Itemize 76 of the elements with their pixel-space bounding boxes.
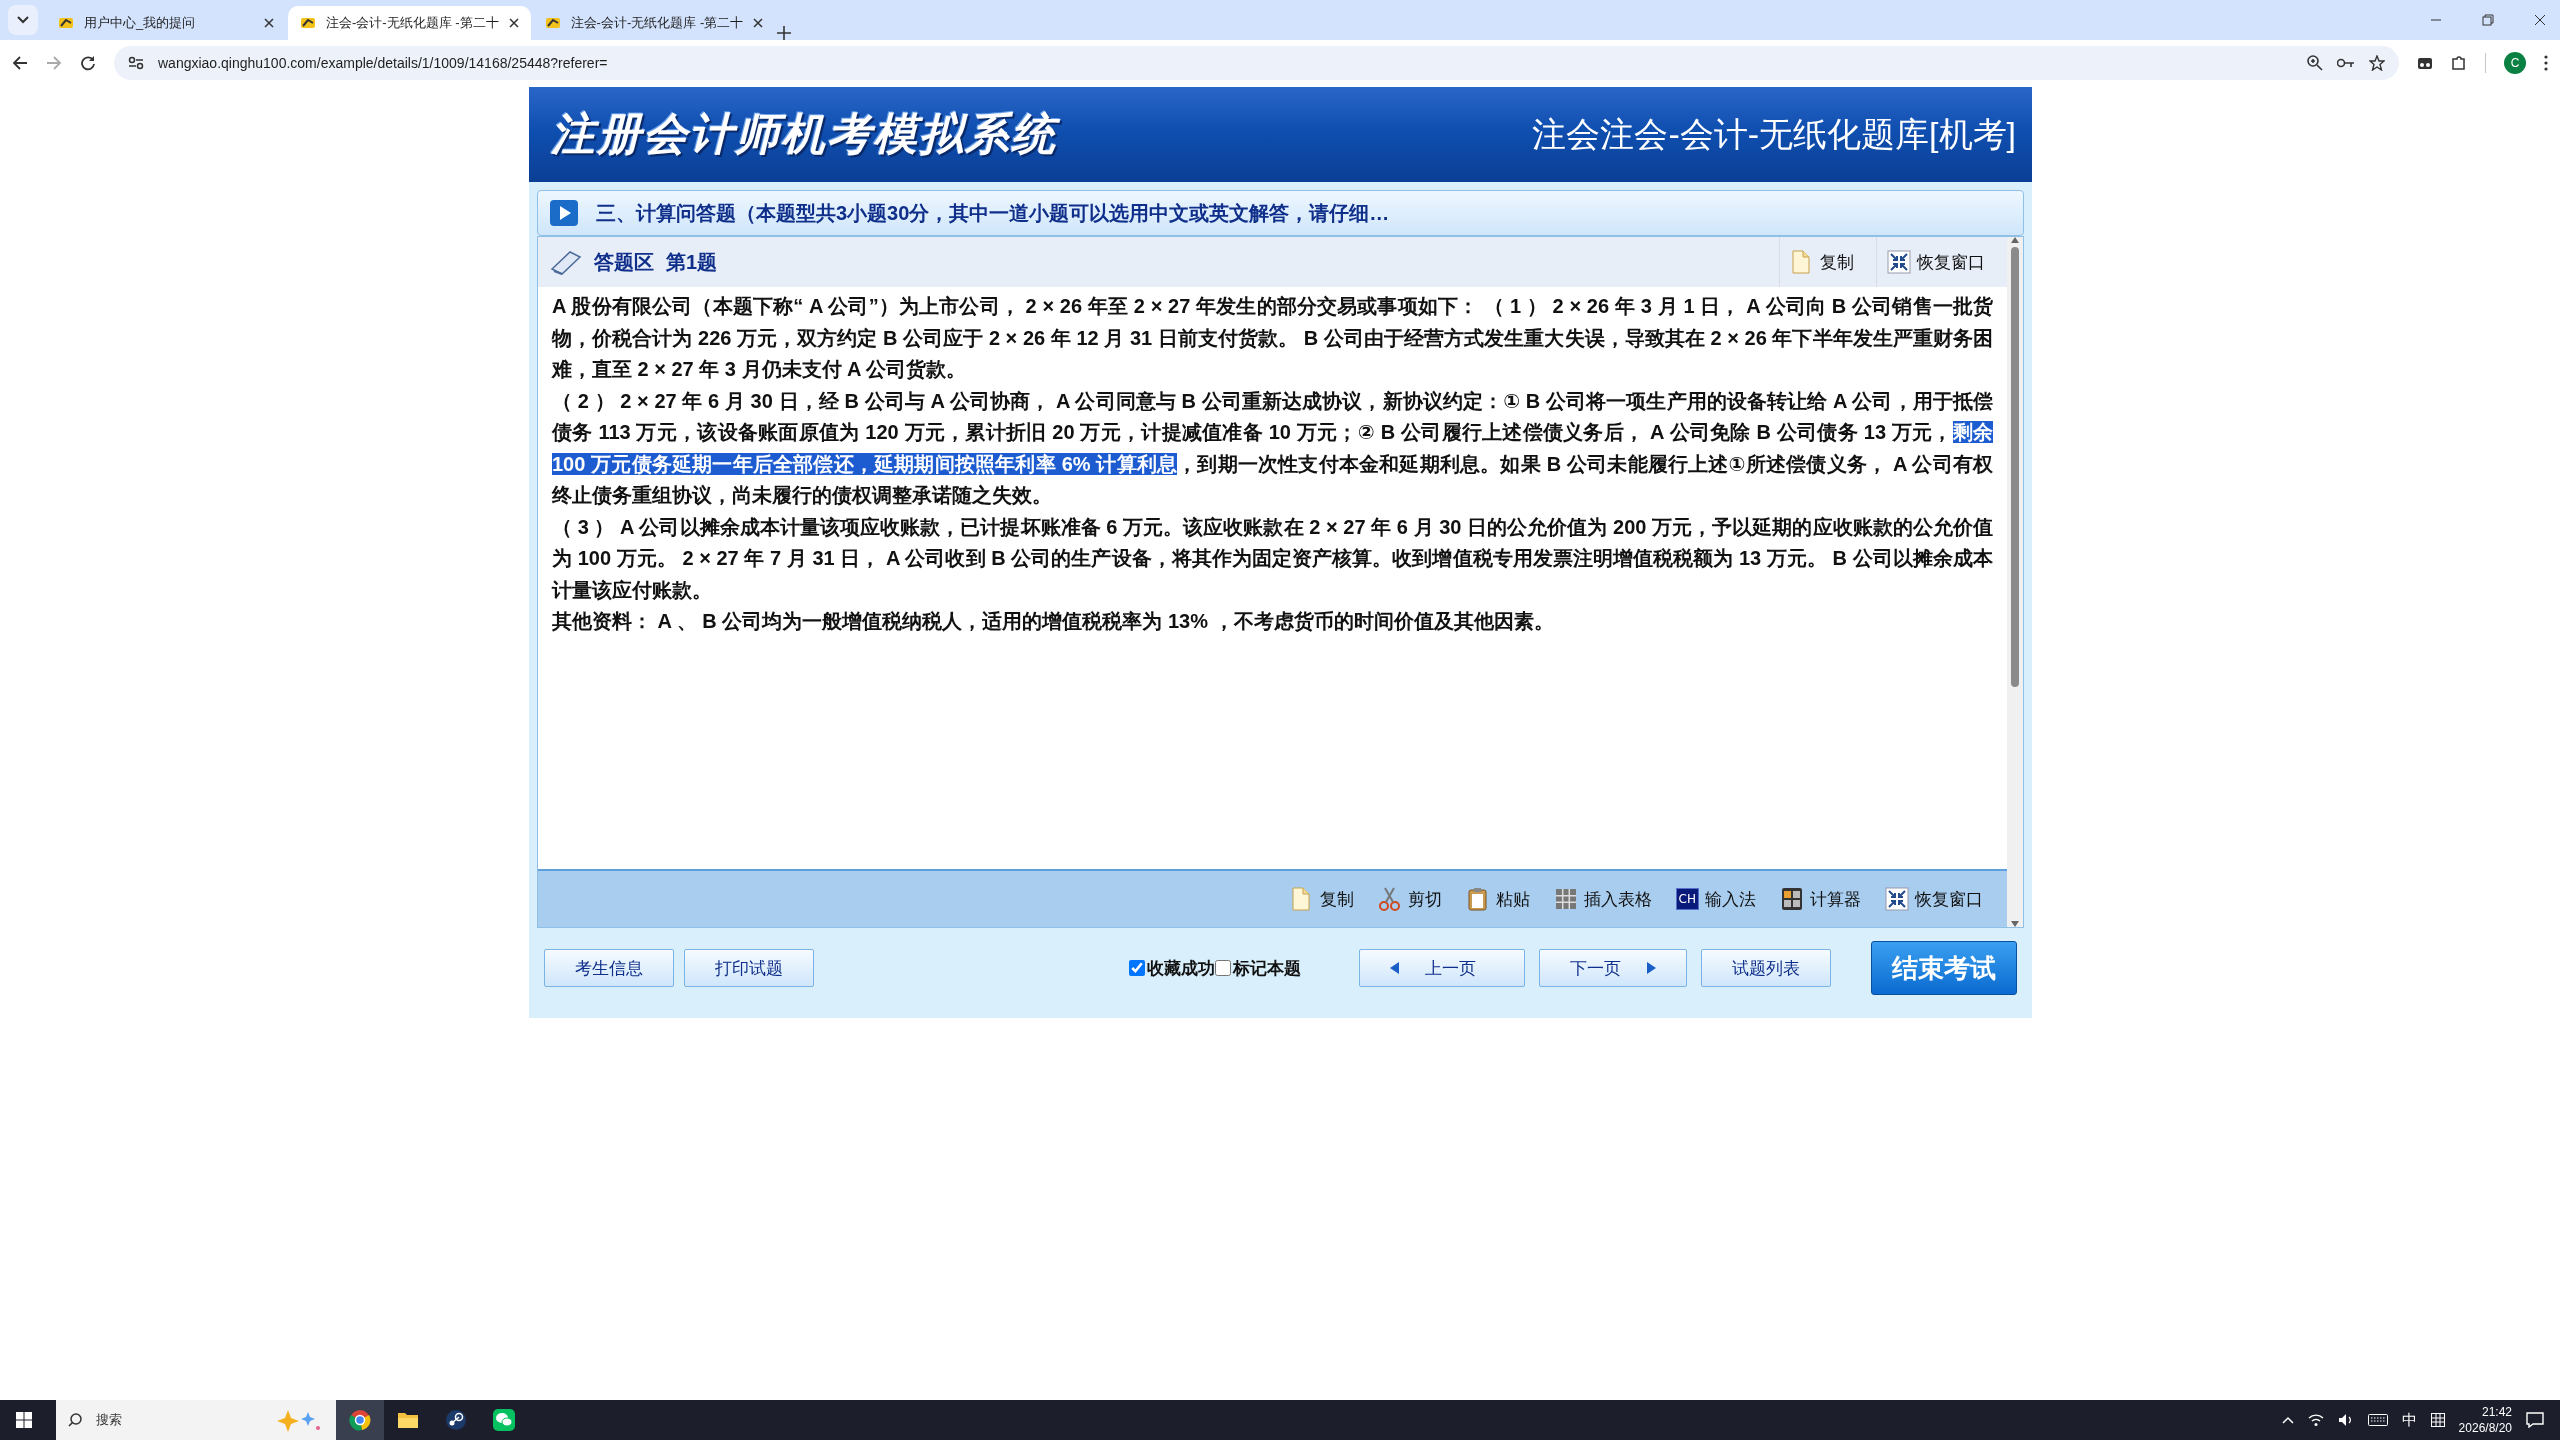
nav-button[interactable]: 试题列表: [1701, 949, 1831, 987]
scissors-icon: [1377, 887, 1402, 911]
toolbar-button[interactable]: 恢复窗口: [1875, 879, 1993, 919]
close-icon[interactable]: [264, 18, 274, 28]
checkbox[interactable]: [1129, 960, 1145, 976]
input-method-indicator[interactable]: 中: [2401, 1410, 2417, 1430]
action-button[interactable]: 考生信息: [544, 949, 674, 987]
restore-window-icon: [1887, 250, 1911, 274]
search-icon[interactable]: [68, 1413, 82, 1427]
action-button[interactable]: 打印试题: [684, 949, 814, 987]
address-bar[interactable]: wangxiao.qinghu100.com/example/details/1/1009/14168/25448?referer=: [114, 46, 2399, 80]
toolbar-button[interactable]: 粘贴: [1455, 879, 1540, 919]
nav-button[interactable]: 下一页: [1539, 949, 1687, 987]
arrow-left-icon: [1390, 962, 1399, 974]
wifi-icon[interactable]: [2307, 1413, 2324, 1427]
puzzle-icon[interactable]: [2451, 55, 2467, 71]
checkbox[interactable]: [1215, 960, 1231, 976]
start-icon[interactable]: [16, 1412, 32, 1428]
chevron-down-icon: [17, 16, 29, 24]
toolbar-button[interactable]: 剪切: [1367, 879, 1452, 919]
toolbar-button[interactable]: 插入表格: [1543, 879, 1662, 919]
new-tab-icon[interactable]: [777, 26, 792, 40]
checkbox-label: 标记本题: [1233, 957, 1301, 980]
reload-icon[interactable]: [80, 55, 96, 71]
tab-favicon-icon: [544, 15, 561, 31]
grid-icon: [1553, 887, 1578, 911]
play-icon: [550, 200, 578, 226]
browser-tab[interactable]: 用户中心_我的提问: [46, 6, 286, 40]
clock[interactable]: 21:42 2026/8/20: [2458, 1404, 2512, 1436]
grid-icon[interactable]: [2430, 1413, 2445, 1427]
answer-area-label: 答题区: [594, 249, 654, 275]
chevron-up-icon[interactable]: [2281, 1416, 2294, 1424]
close-icon[interactable]: [2534, 14, 2546, 26]
question-number: 第1题: [666, 249, 718, 275]
restore-icon[interactable]: [2482, 14, 2494, 26]
chat-bubble-icon[interactable]: [493, 1409, 515, 1431]
restore-window-icon: [1885, 887, 1909, 911]
browser-tab[interactable]: 注会-会计-无纸化题库 -第二十: [288, 6, 531, 40]
toolbar-button[interactable]: 复制: [1779, 237, 1864, 287]
tab-list-button[interactable]: [8, 5, 38, 35]
site-settings-icon[interactable]: [128, 55, 144, 71]
ime-badge: CH: [1675, 888, 1699, 910]
round-app-icon[interactable]: [445, 1409, 467, 1431]
toolbar-button[interactable]: 复制: [1279, 879, 1364, 919]
taskbar-search-field[interactable]: 搜索: [56, 1400, 336, 1440]
arrow-right-icon: [1647, 962, 1656, 974]
toolbar-button[interactable]: 恢复窗口: [1876, 237, 1995, 287]
calculator-icon: [1780, 887, 1804, 911]
split-view-icon[interactable]: [2417, 55, 2433, 71]
checkbox-label: 收藏成功: [1147, 957, 1215, 980]
question-bank-title: 注会注会-会计-无纸化题库[机考]: [1532, 113, 2016, 155]
close-icon[interactable]: [753, 18, 764, 28]
clipboard-icon: [1465, 887, 1490, 911]
toolbar-button[interactable]: 计算器: [1770, 879, 1871, 919]
section-title: 三、计算问答题（本题型共3小题30分，其中一道小题可以选用中文或英文解答，请仔细…: [596, 200, 1390, 226]
finish-exam-button[interactable]: 结束考试: [1871, 941, 2017, 995]
keyboard-icon[interactable]: [2367, 1414, 2388, 1426]
speaker-icon[interactable]: [2337, 1413, 2354, 1427]
profile-avatar[interactable]: C: [2504, 52, 2526, 74]
key-icon[interactable]: [2337, 57, 2355, 69]
back-icon[interactable]: [12, 55, 28, 71]
round-app-icon[interactable]: [349, 1409, 371, 1431]
notification-icon[interactable]: [2526, 1412, 2544, 1428]
star-icon[interactable]: [2369, 55, 2385, 71]
scroll-down-icon[interactable]: [2011, 921, 2019, 927]
nav-button[interactable]: 上一页: [1359, 949, 1525, 987]
more-icon[interactable]: [2544, 55, 2548, 71]
toolbar-button[interactable]: CH 输入法: [1665, 879, 1766, 919]
question-text: A 股份有限公司（本题下称“ A 公司”）为上市公司， 2 × 26 年至 2 × 27 年发生的部分交易或事项如下： （ 1 ） 2 × 26 年 3 月 1 日， A 公司向 B 公司销售一批货物，价税合计为 226 万元，双方约定 B 公司应于 2 × 26 年 12 月 31 日前支付货款。 B 公司由于经营方式发生重大失误，导致其在 2 × 26 年下半年发生严重财务困难，直至 2 × 27 年 3 月仍未支付 A 公司货款。 （ 2 ） 2 × 27 年 6 月 30 日，经 B 公司与 A 公司协商， A 公司同意与 B 公司重新达成协议，新协议约定：① B 公司将一项生产用的设备转让给 A 公司，用于抵偿债务 113 万元，该设备账面原值为 120 万元，累计折旧 20 万元，计提减值准备 10 万元；② B 公司履行上述偿债义务后， A 公司免除 B 公司债务 13 万元，剩余 100 万元债务延期一年后全部偿还，延期期间按照年利率 6% 计算利息，到期一次性支付本金和延期利息。如果 B 公司未能履行上述①所述偿债义务， A 公司有权终止债务重组协议，尚未履行的债权调整承诺随之失效。 （ 3 ） A 公司以摊余成本计量该项应收账款，已计提坏账准备 6 万元。该应收账款在 2 × 27 年 6 月 30 日的公允价值为 200 万元，予以延期的应收账款的公允价值为 100 万元。 2 × 27 年 7 月 31 日， A 公司收到 B 公司的生产设备，将其作为固定资产核算。收到增值税专用发票注明增值税税额为 13 万元。 B 公司以摊余成本计量该应付账款。 其他资料： A 、 B 公司均为一般增值税纳税人，适用的增值税税率为 13% ，不考虑货币的时间价值及其他因素。: [550, 294, 1994, 634]
close-icon[interactable]: [508, 18, 519, 28]
tab-favicon-icon: [300, 15, 316, 31]
scrollbar[interactable]: [2007, 237, 2023, 927]
folder-icon[interactable]: [397, 1411, 419, 1429]
zoom-icon[interactable]: [2307, 55, 2323, 71]
tab-favicon-icon: [58, 15, 74, 31]
browser-tab[interactable]: 注会-会计-无纸化题库 -第二十: [532, 6, 776, 40]
